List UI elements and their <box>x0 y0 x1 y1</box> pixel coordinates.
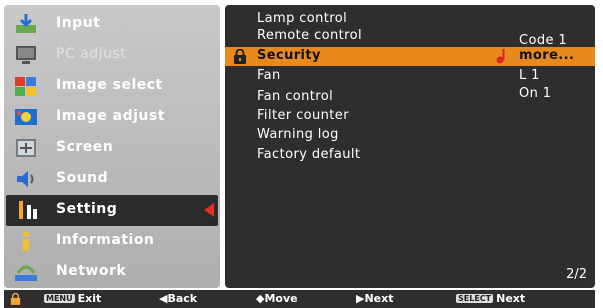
settings-panel: Lamp control Remote control Code 1 Secur… <box>225 5 595 288</box>
setting-label: Filter counter <box>257 108 349 123</box>
setting-label: Factory default <box>257 147 361 162</box>
menu-item-information[interactable]: Information <box>4 226 220 257</box>
main-menu: Input PC adjust Image select Image adjus… <box>4 5 220 288</box>
setting-row-factory-default[interactable]: Factory default <box>225 146 595 165</box>
screen-icon <box>16 139 36 157</box>
menu-item-label: Input <box>56 15 101 31</box>
next-hint: ▶Next <box>356 292 394 305</box>
exit-hint: MENU Exit <box>44 292 101 305</box>
sound-icon <box>17 171 34 187</box>
menu-item-label: PC adjust <box>56 46 127 62</box>
menu-key-icon: MENU <box>44 294 75 303</box>
back-hint: ◀Back <box>159 292 198 305</box>
setting-row-fan[interactable]: Fan L 1 <box>225 67 595 86</box>
menu-item-screen[interactable]: Screen <box>4 133 220 164</box>
setting-row-security[interactable]: Security more... <box>225 47 595 66</box>
menu-item-input[interactable]: Input <box>4 9 220 40</box>
setting-label: Remote control <box>257 28 362 43</box>
select-key-icon: SELECT <box>456 294 494 303</box>
lock-icon <box>234 49 246 64</box>
setting-value: L 1 <box>519 68 540 83</box>
move-hint: ◆Move <box>256 292 298 305</box>
menu-item-network[interactable]: Network <box>4 257 220 288</box>
setting-label: Warning log <box>257 127 339 142</box>
menu-item-label: Setting <box>56 201 118 217</box>
menu-item-image-adjust[interactable]: Image adjust <box>4 102 220 133</box>
pc-adjust-icon <box>16 46 36 64</box>
projector-osd: Input PC adjust Image select Image adjus… <box>0 0 603 308</box>
information-icon <box>23 231 29 251</box>
setting-value: more... <box>519 48 575 63</box>
menu-item-pc-adjust[interactable]: PC adjust <box>4 40 220 71</box>
setting-row-warning-log[interactable]: Warning log <box>225 126 595 145</box>
network-icon <box>15 265 37 281</box>
page-indicator: 2/2 <box>566 267 587 282</box>
menu-item-label: Sound <box>56 170 109 186</box>
setting-row-filter-counter[interactable]: Filter counter <box>225 107 595 126</box>
setting-value: On 1 <box>519 86 552 101</box>
menu-item-label: Network <box>56 263 127 279</box>
menu-item-sound[interactable]: Sound <box>4 164 220 195</box>
menu-item-label: Image select <box>56 77 163 93</box>
menu-item-label: Image adjust <box>56 108 165 124</box>
menu-item-label: Screen <box>56 139 114 155</box>
input-icon <box>16 14 36 33</box>
select-next-label: Next <box>496 292 526 305</box>
lock-icon <box>10 293 21 305</box>
setting-icon <box>19 201 37 219</box>
setting-value: Code 1 <box>519 33 568 48</box>
exit-label: Exit <box>77 292 102 305</box>
select-next-hint: SELECT Next <box>456 292 525 305</box>
selection-pointer-icon <box>204 203 214 217</box>
navigation-hint-bar: MENU Exit ◀Back ◆Move ▶Next SELECT Next <box>4 290 595 308</box>
setting-label: Fan <box>257 68 281 83</box>
setting-row-remote-control[interactable]: Remote control Code 1 <box>225 27 595 48</box>
setting-label: Lamp control <box>257 11 348 26</box>
image-select-icon <box>15 77 36 96</box>
menu-item-image-select[interactable]: Image select <box>4 71 220 102</box>
menu-item-setting[interactable]: Setting <box>6 195 218 226</box>
setting-label: Fan control <box>257 89 334 104</box>
menu-item-label: Information <box>56 232 155 248</box>
setting-row-fan-control[interactable]: Fan control On 1 <box>225 86 595 107</box>
image-adjust-icon <box>15 109 37 125</box>
setting-label: Security <box>257 48 321 63</box>
submenu-indicator-icon <box>496 49 505 64</box>
